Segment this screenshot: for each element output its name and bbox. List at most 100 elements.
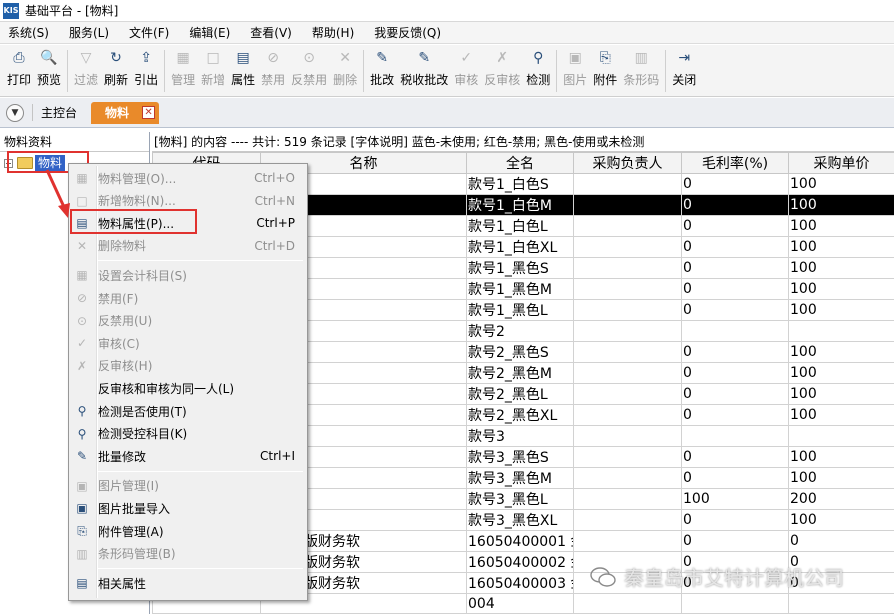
menu-edit[interactable]: 编辑(E) xyxy=(189,24,230,41)
manage-icon: ▦ xyxy=(176,50,190,66)
table-cell: 100 xyxy=(788,404,894,426)
unaudit-icon: ✗ xyxy=(76,358,88,373)
close-door-icon: ⇥ xyxy=(678,50,691,66)
context-menu-item[interactable]: ⎘ 附件管理(A) xyxy=(71,520,305,542)
toolbar-picture-button[interactable]: ▣ 图片 xyxy=(560,45,590,88)
toolbar-batch-edit-button[interactable]: ✎ 批改 xyxy=(367,45,397,88)
table-cell: 0 xyxy=(681,446,789,468)
toolbar-button-label: 图片 xyxy=(563,73,588,87)
toolbar-button-label: 打印 xyxy=(7,73,32,87)
account-icon: ▦ xyxy=(76,268,88,283)
tab-material[interactable]: 物料 ✕ xyxy=(91,101,160,124)
toolbar-close-door-button[interactable]: ⇥ 关闭 xyxy=(669,45,699,88)
menu-item-shortcut: Ctrl+D xyxy=(254,238,295,253)
context-menu-item[interactable]: ▦ 物料管理(O)... Ctrl+O xyxy=(71,167,305,189)
chevron-down-icon[interactable]: ▼ xyxy=(6,103,24,122)
close-icon[interactable]: ✕ xyxy=(142,105,156,119)
toolbar-preview-button[interactable]: 🔍 预览 xyxy=(34,45,64,88)
context-menu-item[interactable]: ⊘ 禁用(F) xyxy=(71,287,305,309)
related-properties-icon: ▤ xyxy=(76,576,88,591)
context-menu-item[interactable]: ✓ 审核(C) xyxy=(71,332,305,354)
toolbar-barcode-button[interactable]: ▥ 条形码 xyxy=(620,45,662,88)
toolbar-tax-batch-edit-button[interactable]: ✎ 税收批改 xyxy=(397,45,451,88)
export-icon: ⇪ xyxy=(140,50,152,66)
table-cell: 款号2_黑色XL xyxy=(466,404,574,426)
context-menu-item[interactable]: ⚲ 检测是否使用(T) xyxy=(71,400,305,422)
menu-item-label: 批量修改 xyxy=(98,449,147,464)
context-menu-item[interactable]: 反审核和审核为同一人(L) xyxy=(71,377,305,399)
table-cell: 0 xyxy=(681,341,789,363)
table-cell xyxy=(681,425,789,447)
picture-icon: ▣ xyxy=(76,478,88,493)
context-menu-item[interactable]: ▣ 图片管理(I) xyxy=(71,475,305,497)
batch-edit-icon: ✎ xyxy=(376,50,389,66)
unaudit-icon: ✗ xyxy=(496,50,509,66)
toolbar-export-button[interactable]: ⇪ 引出 xyxy=(131,45,161,88)
table-cell: 100 xyxy=(788,173,894,195)
context-menu-item[interactable]: ✎ 批量修改 Ctrl+I xyxy=(71,445,305,467)
toolbar-new-button[interactable]: □ 新增 xyxy=(198,45,228,88)
tax-batch-edit-icon: ✎ xyxy=(418,50,431,66)
check-usage-icon: ⚲ xyxy=(77,404,87,418)
context-menu-item[interactable]: ▦ 设置会计科目(S) xyxy=(71,264,305,286)
toolbar-manage-button[interactable]: ▦ 管理 xyxy=(168,45,198,88)
context-menu-item[interactable]: ⊙ 反禁用(U) xyxy=(71,310,305,332)
toolbar-button-label: 检测 xyxy=(526,73,551,87)
attachment-icon: ⎘ xyxy=(599,50,611,66)
context-menu-item[interactable]: ✗ 反审核(H) xyxy=(71,355,305,377)
column-header[interactable]: 采购单价 xyxy=(788,152,894,174)
check-account-icon: ⚲ xyxy=(77,426,87,441)
toolbar-check-button[interactable]: ⚲ 检测 xyxy=(523,45,553,88)
context-menu-item[interactable]: ⚲ 检测受控科目(K) xyxy=(71,423,305,445)
toolbar-printer-button[interactable]: ⎙ 打印 xyxy=(4,45,34,88)
enable-icon: ⊙ xyxy=(76,313,88,328)
menu-item-label: 条形码管理(B) xyxy=(98,547,176,562)
delete-icon: ✕ xyxy=(76,238,88,253)
table-cell: 100 xyxy=(788,278,894,300)
table-cell: 200 xyxy=(788,488,894,510)
table-cell xyxy=(681,593,789,614)
menu-item-shortcut: Ctrl+I xyxy=(260,449,295,464)
toolbar-disable-button[interactable]: ⊘ 禁用 xyxy=(258,45,288,88)
table-cell: 款号1_白色L xyxy=(466,215,574,237)
toolbar-delete-button[interactable]: ✕ 删除 xyxy=(330,45,360,88)
toolbar-refresh-button[interactable]: ↻ 刷新 xyxy=(101,45,131,88)
table-cell: 0 xyxy=(681,404,789,426)
context-menu-item[interactable]: ▤ 相关属性 xyxy=(71,572,305,594)
menu-separator xyxy=(98,260,303,262)
table-cell: 100 xyxy=(788,467,894,489)
menu-feedback[interactable]: 我要反馈(Q) xyxy=(374,24,441,41)
disable-icon: ⊘ xyxy=(76,291,88,305)
column-header[interactable]: 采购负责人 xyxy=(573,152,682,174)
menu-item-label: 检测受控科目(K) xyxy=(98,427,188,442)
column-header[interactable]: 毛利率(%) xyxy=(681,152,789,174)
menu-help[interactable]: 帮助(H) xyxy=(312,24,354,41)
table-cell xyxy=(788,593,894,614)
context-menu-item[interactable]: ▣ 图片批量导入 xyxy=(71,497,305,519)
menu-service[interactable]: 服务(L) xyxy=(69,24,109,41)
toolbar-button-label: 批改 xyxy=(370,73,395,87)
manage-icon: ▦ xyxy=(76,171,88,185)
menu-view[interactable]: 查看(V) xyxy=(250,24,292,41)
tab-main-console[interactable]: 主控台 xyxy=(32,104,81,121)
column-header[interactable]: 全名 xyxy=(466,152,574,174)
toolbar-audit-button[interactable]: ✓ 审核 xyxy=(451,45,481,88)
batch-edit-icon: ✎ xyxy=(76,449,88,464)
context-menu-item[interactable]: ✕ 删除物料 Ctrl+D xyxy=(71,235,305,257)
menu-item-label: 检测是否使用(T) xyxy=(98,404,187,419)
filter-icon: ▽ xyxy=(80,50,92,66)
menu-system[interactable]: 系统(S) xyxy=(8,24,49,41)
toolbar-attachment-button[interactable]: ⎘ 附件 xyxy=(590,45,620,88)
context-menu-item[interactable]: ▥ 条形码管理(B) xyxy=(71,543,305,565)
toolbar-unaudit-button[interactable]: ✗ 反审核 xyxy=(481,45,523,88)
table-cell: 100 xyxy=(788,362,894,384)
check-icon: ⚲ xyxy=(533,50,544,66)
toolbar-button-label: 引出 xyxy=(134,73,159,87)
toolbar-properties-button[interactable]: ▤ 属性 xyxy=(228,45,258,88)
table-cell: 款号1_黑色M xyxy=(466,278,574,300)
menu-item-label: 审核(C) xyxy=(98,336,140,351)
menu-file[interactable]: 文件(F) xyxy=(129,24,169,41)
toolbar-filter-button[interactable]: ▽ 过滤 xyxy=(71,45,101,88)
delete-icon: ✕ xyxy=(339,50,352,66)
toolbar-enable-button[interactable]: ⊙ 反禁用 xyxy=(288,45,330,88)
